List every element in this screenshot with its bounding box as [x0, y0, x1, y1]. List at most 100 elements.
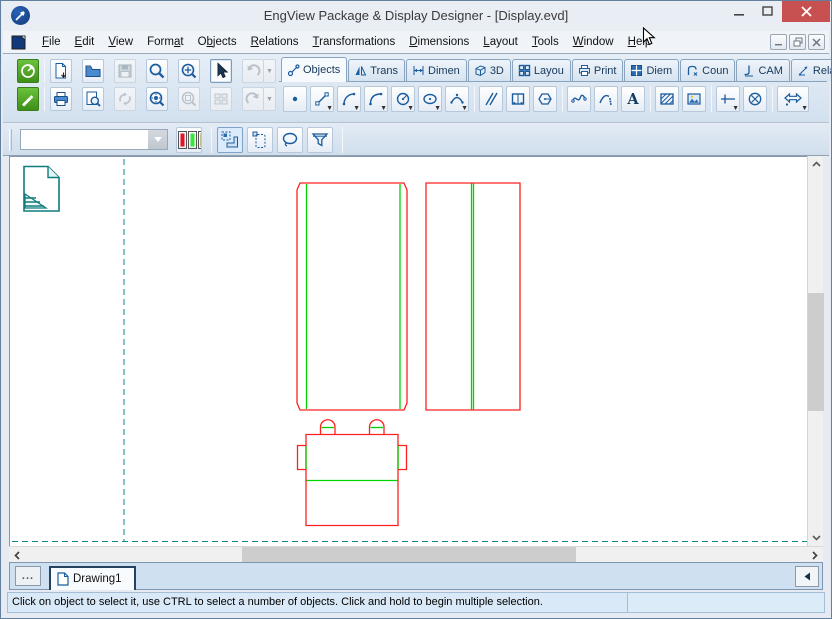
sheet-nav-previous-button[interactable] — [795, 566, 819, 587]
tab-transformations[interactable]: Trans — [348, 59, 405, 81]
parallel-lines-tool[interactable] — [479, 86, 503, 112]
edit-drawing-button[interactable] — [17, 87, 39, 111]
arc-tool[interactable]: ▼ — [337, 86, 361, 112]
scroll-right-icon[interactable] — [807, 547, 823, 563]
arc-3-point-tool[interactable]: ▼ — [445, 86, 469, 112]
mdi-minimize-button[interactable] — [770, 34, 787, 50]
scroll-up-icon[interactable] — [808, 156, 824, 172]
parallel-lines-icon — [482, 90, 500, 108]
picture-tool[interactable] — [682, 86, 706, 112]
menu-edit[interactable]: Edit — [68, 33, 102, 51]
mdi-restore-icon — [793, 37, 803, 47]
zoom-fit-icon — [148, 90, 166, 108]
lasso-select-button[interactable] — [277, 127, 303, 153]
minimize-button[interactable] — [724, 1, 753, 22]
print-preview-button[interactable] — [82, 87, 104, 111]
close-button[interactable] — [782, 1, 830, 22]
menu-transformations[interactable]: Transformations — [306, 33, 403, 51]
circle-tool[interactable]: ▼ — [391, 86, 415, 112]
menu-format[interactable]: Format — [140, 33, 190, 51]
sheet-overflow-button[interactable]: ... — [15, 566, 41, 586]
select-touching-button[interactable] — [217, 127, 243, 153]
polygon-tool[interactable] — [533, 86, 557, 112]
menu-file[interactable]: File — [35, 33, 68, 51]
zoom-fit-button[interactable] — [146, 87, 168, 111]
mdi-close-button[interactable] — [808, 34, 825, 50]
select-inside-icon — [250, 130, 270, 150]
arc-corner-tool[interactable]: ▼ — [364, 86, 388, 112]
double-arrow-tool[interactable]: ▼ — [777, 86, 809, 112]
title-bar[interactable]: EngView Package & Display Designer - [Di… — [2, 1, 830, 31]
zoom-window-button[interactable] — [178, 87, 200, 111]
toolbar-grip[interactable] — [9, 129, 12, 151]
menu-objects[interactable]: Objects — [191, 33, 244, 51]
zoom-pan-button[interactable] — [178, 59, 200, 83]
drawing-canvas[interactable] — [9, 156, 809, 546]
tab-dimensions[interactable]: Dimen — [406, 59, 467, 81]
tab-cam[interactable]: CAM — [736, 59, 789, 81]
text-tool[interactable]: A — [621, 86, 645, 112]
mdi-restore-button[interactable] — [789, 34, 806, 50]
undo-icon — [244, 62, 262, 80]
menu-relations[interactable]: Relations — [244, 33, 306, 51]
panel-rectangle-tool[interactable] — [506, 86, 530, 112]
vertical-scroll-thumb[interactable] — [808, 293, 824, 411]
menu-window[interactable]: Window — [566, 33, 621, 51]
toolbar-separator — [650, 86, 651, 112]
spline-tool[interactable] — [567, 86, 591, 112]
menu-dimensions[interactable]: Dimensions — [402, 33, 476, 51]
app-window: EngView Package & Display Designer - [Di… — [0, 0, 832, 619]
zoom-icon — [148, 62, 166, 80]
undo-dropdown[interactable]: ▼ — [264, 59, 276, 83]
horizontal-scrollbar[interactable] — [9, 546, 823, 562]
scroll-left-icon[interactable] — [9, 547, 25, 563]
line-styles-button[interactable] — [176, 127, 202, 153]
selection-filter-button[interactable] — [307, 127, 333, 153]
tab-layout[interactable]: Layou — [512, 59, 571, 81]
style-combobox[interactable] — [20, 129, 168, 150]
tab-diemaking[interactable]: Diem — [624, 59, 679, 81]
document-system-icon[interactable] — [11, 35, 28, 50]
maximize-button[interactable] — [753, 1, 782, 22]
horizontal-scroll-thumb[interactable] — [242, 547, 576, 563]
ellipse-tool[interactable]: ▼ — [418, 86, 442, 112]
combobox-dropdown-icon[interactable] — [148, 130, 167, 149]
save-button[interactable] — [114, 59, 136, 83]
cube-3d-tab-icon — [474, 64, 487, 77]
center-mark-tool[interactable]: ▼ — [716, 86, 740, 112]
close-icon — [801, 6, 812, 17]
tab-objects[interactable]: Objects — [281, 57, 347, 82]
layout-table-button[interactable] — [210, 87, 232, 111]
dieline-drawing[interactable] — [10, 157, 810, 547]
filter-icon — [310, 130, 330, 150]
new-document-button[interactable] — [50, 59, 72, 83]
tab-3d[interactable]: 3D — [468, 59, 511, 81]
menu-view[interactable]: View — [101, 33, 140, 51]
redo-dropdown[interactable]: ▼ — [264, 87, 276, 111]
select-touching-icon — [220, 130, 240, 150]
circle-cross-tool[interactable] — [743, 86, 767, 112]
point-tool[interactable] — [283, 86, 307, 112]
tab-counter[interactable]: Coun — [680, 59, 735, 81]
redo-button[interactable]: ▼ — [242, 87, 276, 111]
line-tool[interactable]: ▼ — [310, 86, 334, 112]
open-button[interactable] — [82, 59, 104, 83]
vertical-scrollbar[interactable] — [807, 156, 823, 546]
print-button[interactable] — [50, 87, 72, 111]
print-icon — [52, 90, 70, 108]
scroll-down-icon[interactable] — [808, 530, 824, 546]
tab-relations[interactable]: Relat — [791, 59, 832, 81]
zoom-button[interactable] — [146, 59, 168, 83]
freehand-curve-tool[interactable] — [594, 86, 618, 112]
tab-print[interactable]: Print — [572, 59, 624, 81]
menu-tools[interactable]: Tools — [525, 33, 566, 51]
sheet-tab-drawing1[interactable]: Drawing1 — [49, 566, 136, 590]
engview-home-button[interactable] — [17, 59, 39, 83]
select-inside-button[interactable] — [247, 127, 273, 153]
menu-layout[interactable]: Layout — [476, 33, 525, 51]
counter-tab-icon — [686, 64, 699, 77]
hatch-tool[interactable] — [655, 86, 679, 112]
refresh-button[interactable] — [114, 87, 136, 111]
undo-button[interactable]: ▼ — [242, 59, 276, 83]
select-tool-button[interactable] — [210, 59, 232, 83]
